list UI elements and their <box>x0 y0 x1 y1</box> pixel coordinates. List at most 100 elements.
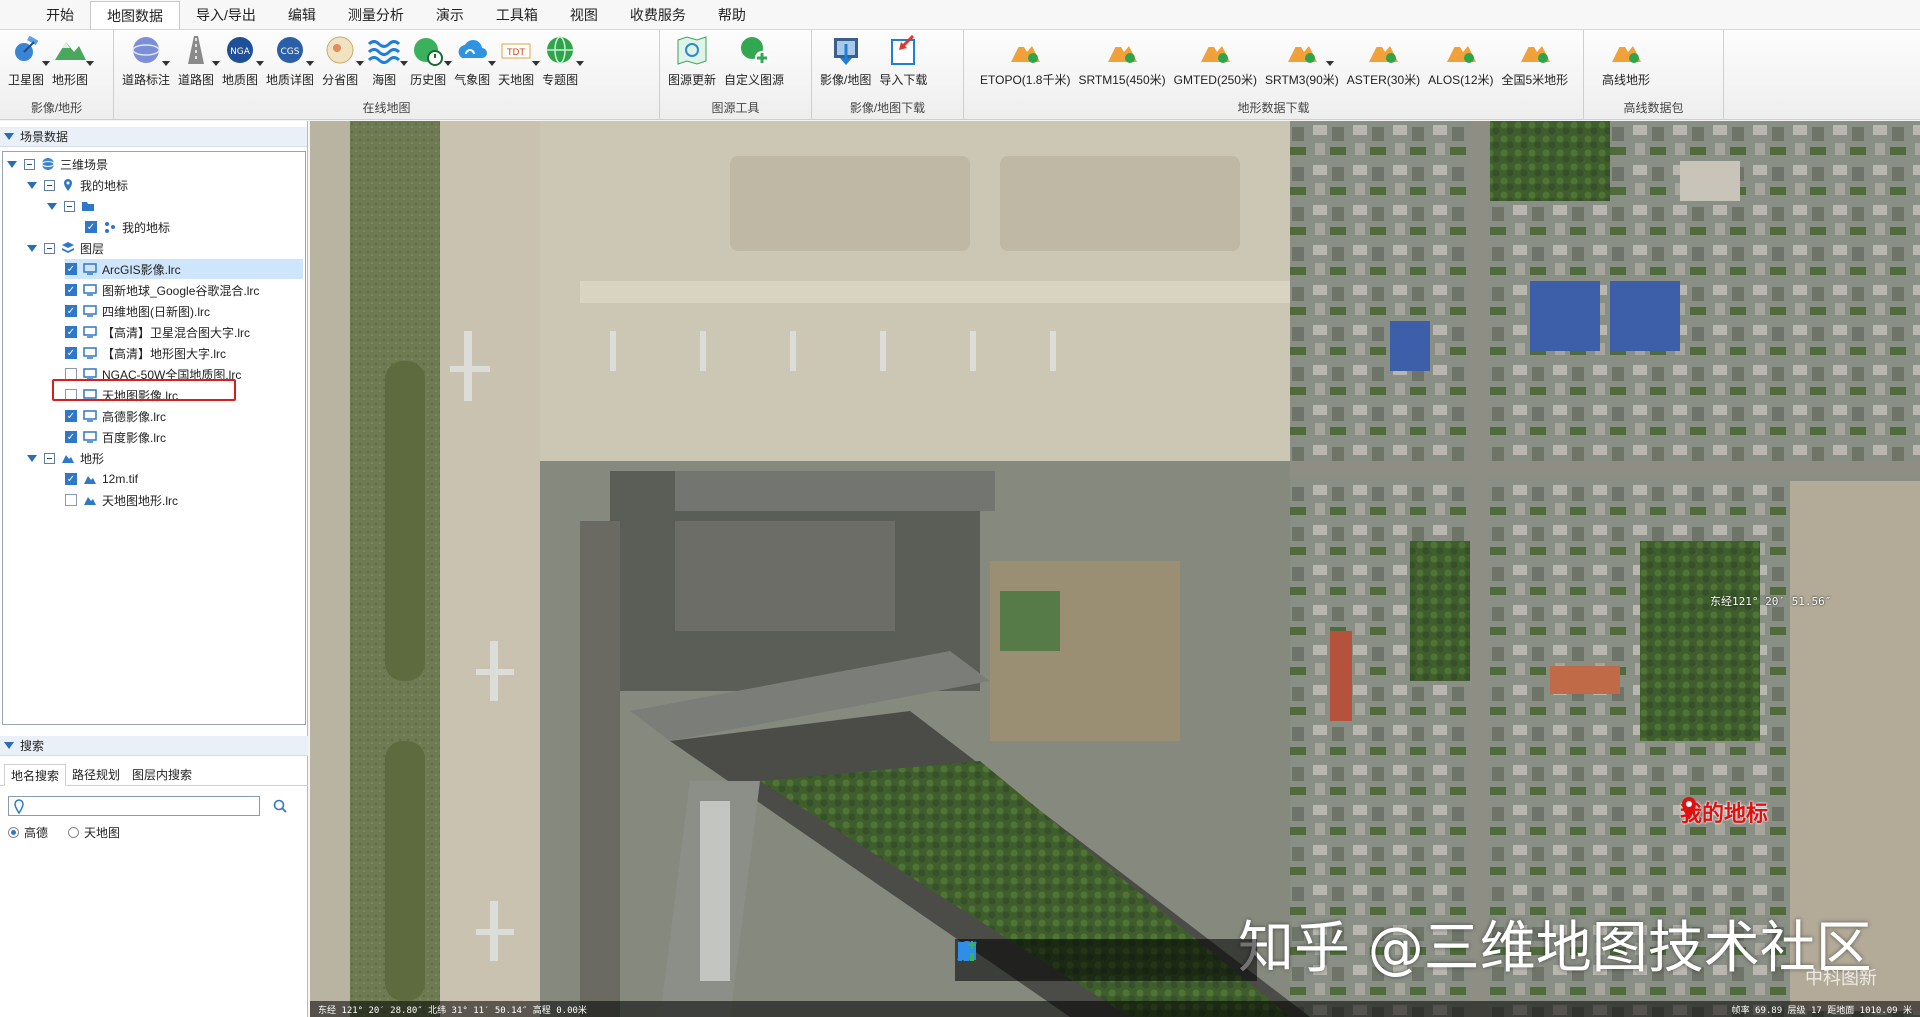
gmted-button[interactable]: GMTED(250米) <box>1170 32 1261 88</box>
national-5m-button[interactable]: 全国5米地形 <box>1498 32 1573 88</box>
thematic-map-button[interactable]: 专题图 <box>538 32 585 88</box>
layers-icon <box>61 241 75 255</box>
alos-button[interactable]: ALOS(12米) <box>1424 32 1497 88</box>
expand-icon[interactable] <box>27 454 37 462</box>
tab-place-search[interactable]: 地名搜索 <box>4 764 67 786</box>
cgs-icon: CGS <box>272 32 315 68</box>
terrain-icon <box>52 32 95 68</box>
radio-gaode[interactable] <box>8 827 19 838</box>
monitor-icon <box>83 325 97 339</box>
offline-terrain-button[interactable]: 高线地形 <box>1598 32 1654 88</box>
map-toolbar <box>955 939 1257 981</box>
tree-toggle-icon[interactable] <box>44 242 55 254</box>
layer-item[interactable]: ✓ 【高清】地形图大字.lrc <box>65 343 226 363</box>
sea-chart-button[interactable]: 海图 <box>362 32 409 88</box>
pan-tool-button[interactable] <box>957 941 1010 975</box>
menu-tab-map-data[interactable]: 地图数据 <box>90 1 180 29</box>
menu-tab-paid[interactable]: 收费服务 <box>614 1 702 29</box>
menu-tab-demo[interactable]: 演示 <box>420 1 480 29</box>
checkbox[interactable]: ✓ <box>65 263 77 275</box>
menu-tab-view[interactable]: 视图 <box>554 1 614 29</box>
terrain-map-button[interactable]: 地形图 <box>48 32 95 88</box>
search-input[interactable] <box>8 796 260 816</box>
menu-tab-measure[interactable]: 测量分析 <box>332 1 420 29</box>
menu-tab-toolbox[interactable]: 工具箱 <box>480 1 554 29</box>
geology-detail-button[interactable]: CGS 地质详图 <box>262 32 318 88</box>
terrain-item[interactable]: ✓ 12m.tif <box>65 469 138 489</box>
radio-tianditu[interactable] <box>68 827 80 838</box>
layer-item[interactable]: ✓ 高德影像.lrc <box>65 406 166 426</box>
chart-tool-button[interactable] <box>958 941 1232 975</box>
srtm3-button[interactable]: SRTM3(90米) <box>1261 32 1343 88</box>
aster-button[interactable]: ASTER(30米) <box>1343 32 1424 88</box>
history-map-button[interactable]: 历史图 <box>406 32 453 88</box>
tianditu-button[interactable]: TDT 天地图 <box>494 32 541 88</box>
layer-item[interactable]: ✓ 图新地球_Google谷歌混合.lrc <box>65 280 259 300</box>
expand-icon[interactable] <box>7 160 17 168</box>
tree-toggle-icon[interactable] <box>44 452 55 464</box>
layer-item[interactable]: ✓ ArcGIS影像.lrc <box>65 259 303 279</box>
layer-item[interactable]: ✓ 【高清】卫星混合图大字.lrc <box>65 322 250 342</box>
checkbox[interactable]: ✓ <box>65 473 77 485</box>
tree-node-layers[interactable]: 图层 <box>27 238 104 258</box>
layer-item[interactable]: ✓ 四维地图(日新图).lrc <box>65 301 210 321</box>
tree-toggle-icon[interactable] <box>64 200 75 212</box>
tree-node-folder[interactable] <box>47 196 100 216</box>
tab-layer-search[interactable]: 图层内搜索 <box>126 763 198 785</box>
checkbox[interactable]: ✓ <box>65 284 77 296</box>
search-button[interactable] <box>272 798 288 814</box>
left-panel: 场景数据 三维场景 我的地标 ✓ 我的地标 图层 ✓ ArcGIS影像.lrc ✓ 图… <box>0 121 308 1017</box>
checkbox[interactable]: ✓ <box>65 410 77 422</box>
watermark: 知乎 @三维地图技术社区 <box>1238 916 1872 981</box>
expand-icon[interactable] <box>27 244 37 252</box>
tree-toggle-icon[interactable] <box>44 179 55 191</box>
province-map-button[interactable]: 分省图 <box>318 32 365 88</box>
pin-icon <box>61 178 75 192</box>
menu-tab-help[interactable]: 帮助 <box>702 1 762 29</box>
placemark-tool-button[interactable] <box>960 941 1099 975</box>
etopo-button[interactable]: ETOPO(1.8千米) <box>976 32 1074 88</box>
expand-icon[interactable] <box>47 202 57 210</box>
satellite-button[interactable]: 卫星图 <box>4 32 50 88</box>
brand-label: 中科图新 <box>1805 968 1877 988</box>
satellite-icon <box>8 32 50 68</box>
checkbox[interactable]: ✓ <box>65 431 77 443</box>
terrain-item[interactable]: 天地图地形.lrc <box>65 490 178 510</box>
checkbox[interactable] <box>65 494 77 506</box>
import-download-button[interactable]: 导入下载 <box>875 32 931 88</box>
search-panel-header[interactable]: 搜索 <box>0 736 308 756</box>
terrain-icon <box>83 493 97 507</box>
geology-map-button[interactable]: NGA 地质图 <box>218 32 265 88</box>
srtm15-button[interactable]: SRTM15(450米) <box>1074 32 1169 88</box>
tab-route-planning[interactable]: 路径规划 <box>66 763 126 785</box>
checkbox[interactable]: ✓ <box>65 347 77 359</box>
tree-node-my-places[interactable]: 我的地标 <box>27 175 128 195</box>
menu-tab-import-export[interactable]: 导入/导出 <box>180 1 272 29</box>
road-label-button[interactable]: 道路标注 <box>118 32 174 88</box>
menu-tab-edit[interactable]: 编辑 <box>272 1 332 29</box>
line-tool-button[interactable] <box>957 941 1143 975</box>
terrain-icon <box>61 451 75 465</box>
checkbox[interactable]: ✓ <box>65 305 77 317</box>
custom-source-button[interactable]: 自定义图源 <box>720 32 788 88</box>
road-map-button[interactable]: 道路图 <box>174 32 221 88</box>
checkbox[interactable]: ✓ <box>65 326 77 338</box>
polygon-tool-button[interactable] <box>958 942 1187 975</box>
tianditu-icon: TDT <box>498 32 541 68</box>
tree-toggle-icon[interactable] <box>24 158 35 170</box>
tree-node-terrain[interactable]: 地形 <box>27 448 104 468</box>
tree-node-my-place-item[interactable]: ✓ 我的地标 <box>85 217 170 237</box>
menu-tab-start[interactable]: 开始 <box>30 1 90 29</box>
weather-map-button[interactable]: 气象图 <box>450 32 497 88</box>
svg-text:CGS: CGS <box>281 47 300 57</box>
placemark[interactable]: 我的地标 <box>1680 796 1768 828</box>
scene-panel-header[interactable]: 场景数据 <box>0 127 307 147</box>
layer-item[interactable]: ✓ 百度影像.lrc <box>65 427 166 447</box>
expand-icon[interactable] <box>27 181 37 189</box>
select-tool-button[interactable] <box>961 942 1054 975</box>
map-view[interactable]: 东经121° 20′ 51.56″ 我的地标 知乎 @三维地图技术社区 中科图新… <box>310 121 1920 1017</box>
checkbox[interactable]: ✓ <box>85 221 97 233</box>
imagery-download-button[interactable]: 影像/地图 <box>816 32 875 88</box>
source-update-button[interactable]: 图源更新 <box>664 32 720 88</box>
tree-node-root[interactable]: 三维场景 <box>7 154 108 174</box>
